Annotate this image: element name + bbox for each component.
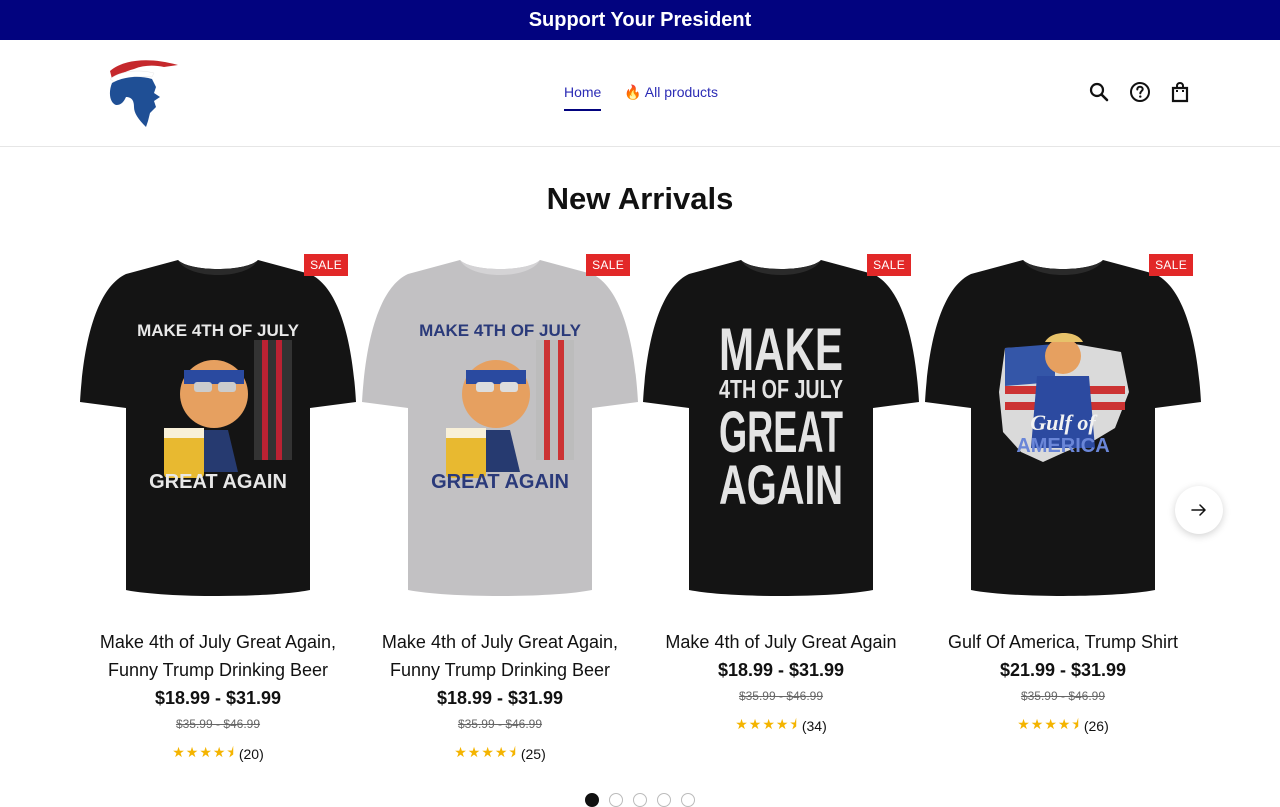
print-text-top: Gulf of — [1030, 410, 1098, 435]
compare-price: $35.99 - $46.99 — [457, 717, 543, 731]
carousel-pagination — [585, 793, 695, 807]
print-text-top: MAKE 4TH OF JULY — [137, 321, 300, 340]
product-title[interactable]: Make 4th of July Great Again — [643, 628, 919, 656]
product-image[interactable]: MAKE 4TH OF JULY GREAT AGAIN SALE — [80, 246, 356, 616]
compare-price: $35.99 - $46.99 — [738, 689, 824, 703]
product-rating: ★★★★⯨ (34) — [643, 714, 919, 738]
star-rating-icon: ★★★★⯨ — [735, 716, 798, 732]
arrow-right-icon — [1191, 504, 1206, 516]
sale-badge: SALE — [586, 254, 630, 276]
bag-icon[interactable] — [1168, 80, 1192, 104]
review-count: (20) — [238, 746, 264, 762]
product-carousel: MAKE 4TH OF JULY GREAT AGAIN SALE Make 4… — [80, 246, 1201, 776]
product-price: $18.99 - $31.99 — [436, 688, 564, 708]
print-text-bottom: GREAT AGAIN — [149, 471, 287, 493]
star-rating-icon: ★★★★⯨ — [172, 744, 235, 760]
compare-price: $35.99 - $46.99 — [175, 717, 261, 731]
section-title: New Arrivals — [546, 181, 734, 216]
product-card[interactable]: MAKE 4TH OF JULY GREAT AGAIN SALE Make 4… — [643, 246, 919, 738]
print-text-line: AGAIN — [719, 453, 843, 516]
pagination-dot[interactable] — [609, 793, 623, 807]
sale-badge: SALE — [1149, 254, 1193, 276]
pagination-dot[interactable] — [657, 793, 671, 807]
site-header: Home 🔥 All products — [0, 40, 1280, 147]
nav-home[interactable]: Home — [564, 84, 602, 111]
product-card[interactable]: MAKE 4TH OF JULY GREAT AGAIN SALE Make 4… — [80, 246, 356, 766]
print-text-bottom: AMERICA — [1016, 435, 1109, 457]
announcement-text: Support Your President — [528, 8, 752, 31]
review-count: (25) — [520, 746, 546, 762]
product-price: $21.99 - $31.99 — [999, 660, 1127, 680]
review-count: (26) — [1083, 718, 1109, 734]
star-rating-icon: ★★★★⯨ — [1017, 716, 1080, 732]
sale-badge: SALE — [867, 254, 911, 276]
pagination-dot[interactable] — [681, 793, 695, 807]
carousel-next-button[interactable] — [1175, 486, 1223, 534]
product-image[interactable]: MAKE 4TH OF JULY GREAT AGAIN SALE — [362, 246, 638, 616]
product-rating: ★★★★⯨ (20) — [80, 742, 356, 766]
product-card[interactable]: Gulf of AMERICA SALE Gulf Of America, Tr… — [925, 246, 1201, 738]
nav-all-products[interactable]: 🔥 All products — [624, 84, 718, 101]
product-rating: ★★★★⯨ (25) — [362, 742, 638, 766]
pagination-dot[interactable] — [633, 793, 647, 807]
pagination-dot[interactable] — [585, 793, 599, 807]
star-rating-icon: ★★★★⯨ — [454, 744, 517, 760]
product-image[interactable]: Gulf of AMERICA SALE — [925, 246, 1201, 616]
product-price: $18.99 - $31.99 — [154, 688, 282, 708]
product-price: $18.99 - $31.99 — [717, 660, 845, 680]
product-title[interactable]: Gulf Of America, Trump Shirt — [925, 628, 1201, 656]
review-count: (34) — [801, 718, 827, 734]
print-text-top: MAKE 4TH OF JULY — [419, 321, 582, 340]
sale-badge: SALE — [304, 254, 348, 276]
announcement-bar: Support Your President — [0, 0, 1280, 40]
search-icon[interactable] — [1087, 80, 1111, 104]
print-text-line: MAKE — [719, 316, 843, 383]
product-card[interactable]: MAKE 4TH OF JULY GREAT AGAIN SALE Make 4… — [362, 246, 638, 766]
store-logo[interactable] — [104, 57, 180, 129]
compare-price: $35.99 - $46.99 — [1020, 689, 1106, 703]
product-image[interactable]: MAKE 4TH OF JULY GREAT AGAIN SALE — [643, 246, 919, 616]
help-icon[interactable] — [1128, 80, 1152, 104]
fire-icon: 🔥 — [624, 84, 642, 100]
product-rating: ★★★★⯨ (26) — [925, 714, 1201, 738]
print-text-bottom: GREAT AGAIN — [431, 471, 569, 493]
product-title[interactable]: Make 4th of July Great Again, Funny Trum… — [362, 628, 638, 684]
product-title[interactable]: Make 4th of July Great Again, Funny Trum… — [80, 628, 356, 684]
main-nav: Home 🔥 All products — [564, 84, 718, 111]
